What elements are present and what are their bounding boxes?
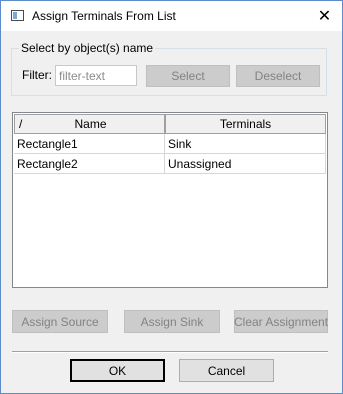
dialog-title: Assign Terminals From List [32, 9, 176, 23]
objects-list[interactable]: / Name Terminals Rectangle1 Sink Rectang… [12, 112, 328, 288]
title-bar[interactable]: Assign Terminals From List ✕ [1, 1, 342, 31]
table-row-1-name[interactable]: Rectangle1 [14, 134, 165, 154]
close-button[interactable]: ✕ [307, 1, 342, 31]
table-row-2-terminal[interactable]: Unassigned [165, 154, 326, 174]
clear-assignment-button[interactable]: Clear Assignment [234, 310, 328, 333]
column-header-name-label: Name [74, 117, 107, 131]
table-row-1-terminal[interactable]: Sink [165, 134, 326, 154]
filter-input[interactable] [55, 65, 137, 86]
table-row-2-name[interactable]: Rectangle2 [14, 154, 165, 174]
assign-source-button[interactable]: Assign Source [12, 310, 108, 333]
cancel-button[interactable]: Cancel [179, 359, 274, 382]
footer-separator [12, 351, 328, 353]
filter-label: Filter: [22, 68, 52, 82]
dialog-window: Assign Terminals From List ✕ Select by o… [0, 0, 343, 394]
column-header-name[interactable]: / Name [14, 114, 165, 134]
deselect-button[interactable]: Deselect [236, 65, 320, 87]
ok-button[interactable]: OK [70, 359, 165, 382]
app-window-icon [11, 10, 24, 21]
close-icon: ✕ [317, 8, 332, 25]
select-group-legend: Select by object(s) name [19, 41, 156, 55]
column-header-terminals[interactable]: Terminals [165, 114, 326, 134]
select-button[interactable]: Select [146, 65, 230, 87]
column-header-terminals-label: Terminals [219, 117, 272, 131]
assign-sink-button[interactable]: Assign Sink [124, 310, 220, 333]
